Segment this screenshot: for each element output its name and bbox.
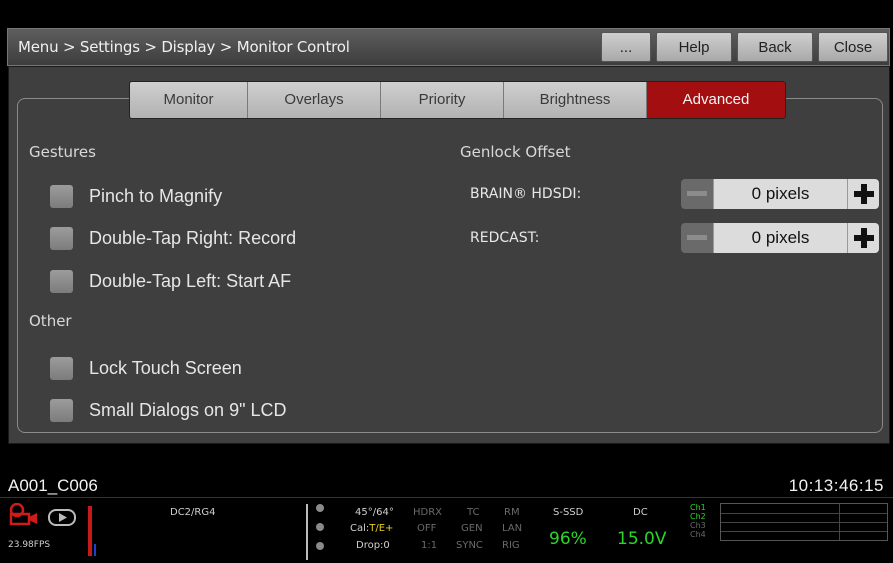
audio-meter bbox=[720, 503, 888, 541]
checkbox-label: Double-Tap Right: Record bbox=[89, 227, 297, 248]
rm-lan: LAN bbox=[502, 523, 523, 534]
checkbox-row-double-tap-right[interactable]: Double-Tap Right: Record bbox=[50, 225, 296, 251]
audio-meter-bar bbox=[94, 544, 96, 556]
redcast-stepper: 0 pixels bbox=[681, 223, 890, 253]
checkbox-row-double-tap-left[interactable]: Double-Tap Left: Start AF bbox=[50, 268, 291, 294]
drop-readout: Drop:0 bbox=[356, 540, 390, 551]
checkbox-row-small-dialogs[interactable]: Small Dialogs on 9" LCD bbox=[50, 397, 286, 423]
increment-button[interactable] bbox=[847, 223, 879, 253]
timecode: 10:13:46:15 bbox=[788, 476, 884, 495]
checkbox-row-lock-touch-screen[interactable]: Lock Touch Screen bbox=[50, 355, 242, 381]
checkbox[interactable] bbox=[50, 398, 73, 422]
calibration-value: T/E+ bbox=[369, 523, 394, 534]
checkbox[interactable] bbox=[50, 356, 73, 380]
checkbox-label: Small Dialogs on 9" LCD bbox=[89, 399, 287, 420]
power-label: DC bbox=[633, 507, 648, 518]
media-label: S-SSD bbox=[553, 507, 584, 518]
checkbox-label: Pinch to Magnify bbox=[89, 185, 223, 206]
close-button[interactable]: Close bbox=[818, 32, 888, 62]
checkbox[interactable] bbox=[50, 269, 73, 293]
decrement-button[interactable] bbox=[681, 223, 713, 253]
checkbox-label: Double-Tap Left: Start AF bbox=[89, 270, 292, 291]
camera-record-icon[interactable] bbox=[8, 503, 40, 525]
calibration-readout: Cal:T/E+ bbox=[350, 523, 393, 534]
brain-hdsdi-stepper: 0 pixels bbox=[681, 179, 890, 209]
checkbox-label: Lock Touch Screen bbox=[89, 357, 242, 378]
audio-channel-label: Ch1 bbox=[690, 503, 706, 512]
power-voltage: 15.0V bbox=[617, 529, 667, 549]
hdrx-label: HDRX bbox=[413, 507, 443, 518]
panel-frame bbox=[17, 98, 883, 433]
status-dot-icon bbox=[316, 504, 324, 512]
audio-channel-label: Ch2 bbox=[690, 512, 706, 521]
hdrx-value: OFF bbox=[417, 523, 437, 534]
tab-bar: Monitor Overlays Priority Brightness Adv… bbox=[129, 81, 786, 119]
brain-hdsdi-value[interactable]: 0 pixels bbox=[713, 179, 847, 209]
decrement-button[interactable] bbox=[681, 179, 713, 209]
status-dot-icon bbox=[316, 523, 324, 531]
playback-icon[interactable] bbox=[48, 509, 76, 526]
tc-label: TC bbox=[467, 507, 480, 518]
calibration-label: Cal: bbox=[350, 523, 370, 534]
status-bar: 23.98FPS DC2/RG4 45°/64° Cal:T/E+ Drop:0… bbox=[0, 497, 893, 563]
settings-panel: Monitor Overlays Priority Brightness Adv… bbox=[8, 66, 890, 444]
hdrx-ratio: 1:1 bbox=[421, 540, 438, 551]
rm-rig: RIG bbox=[502, 540, 520, 551]
divider bbox=[306, 504, 308, 560]
brain-hdsdi-label: BRAIN® HDSDI: bbox=[470, 186, 582, 202]
tc-gen: GEN bbox=[461, 523, 483, 534]
back-button[interactable]: Back bbox=[737, 32, 813, 62]
more-button[interactable]: ... bbox=[601, 32, 651, 62]
tab-overlays[interactable]: Overlays bbox=[248, 82, 381, 118]
tab-monitor[interactable]: Monitor bbox=[130, 82, 248, 118]
title-bar: Menu > Settings > Display > Monitor Cont… bbox=[7, 28, 890, 66]
genlock-offset-heading: Genlock Offset bbox=[460, 143, 571, 161]
tc-sync: SYNC bbox=[456, 540, 483, 551]
checkbox[interactable] bbox=[50, 184, 73, 208]
help-button[interactable]: Help bbox=[656, 32, 732, 62]
fps-readout: 23.98FPS bbox=[8, 540, 51, 550]
audio-channel-label: Ch4 bbox=[690, 530, 706, 539]
tab-brightness[interactable]: Brightness bbox=[504, 82, 647, 118]
checkbox[interactable] bbox=[50, 226, 73, 250]
redcast-value[interactable]: 0 pixels bbox=[713, 223, 847, 253]
checkbox-row-pinch-to-magnify[interactable]: Pinch to Magnify bbox=[50, 183, 222, 209]
look-readout: DC2/RG4 bbox=[170, 507, 216, 518]
gestures-heading: Gestures bbox=[29, 143, 96, 161]
tab-priority[interactable]: Priority bbox=[381, 82, 504, 118]
rm-label: RM bbox=[504, 507, 520, 518]
redcast-label: REDCAST: bbox=[470, 230, 540, 246]
other-heading: Other bbox=[29, 312, 72, 330]
audio-channel-label: Ch3 bbox=[690, 521, 706, 530]
media-remaining: 96% bbox=[549, 529, 587, 549]
shutter-readout: 45°/64° bbox=[355, 507, 394, 518]
clip-name: A001_C006 bbox=[8, 476, 98, 495]
increment-button[interactable] bbox=[847, 179, 879, 209]
breadcrumb: Menu > Settings > Display > Monitor Cont… bbox=[18, 38, 350, 56]
audio-meter-bar bbox=[88, 506, 92, 556]
status-dot-icon bbox=[316, 542, 324, 550]
tab-advanced[interactable]: Advanced bbox=[647, 82, 785, 118]
